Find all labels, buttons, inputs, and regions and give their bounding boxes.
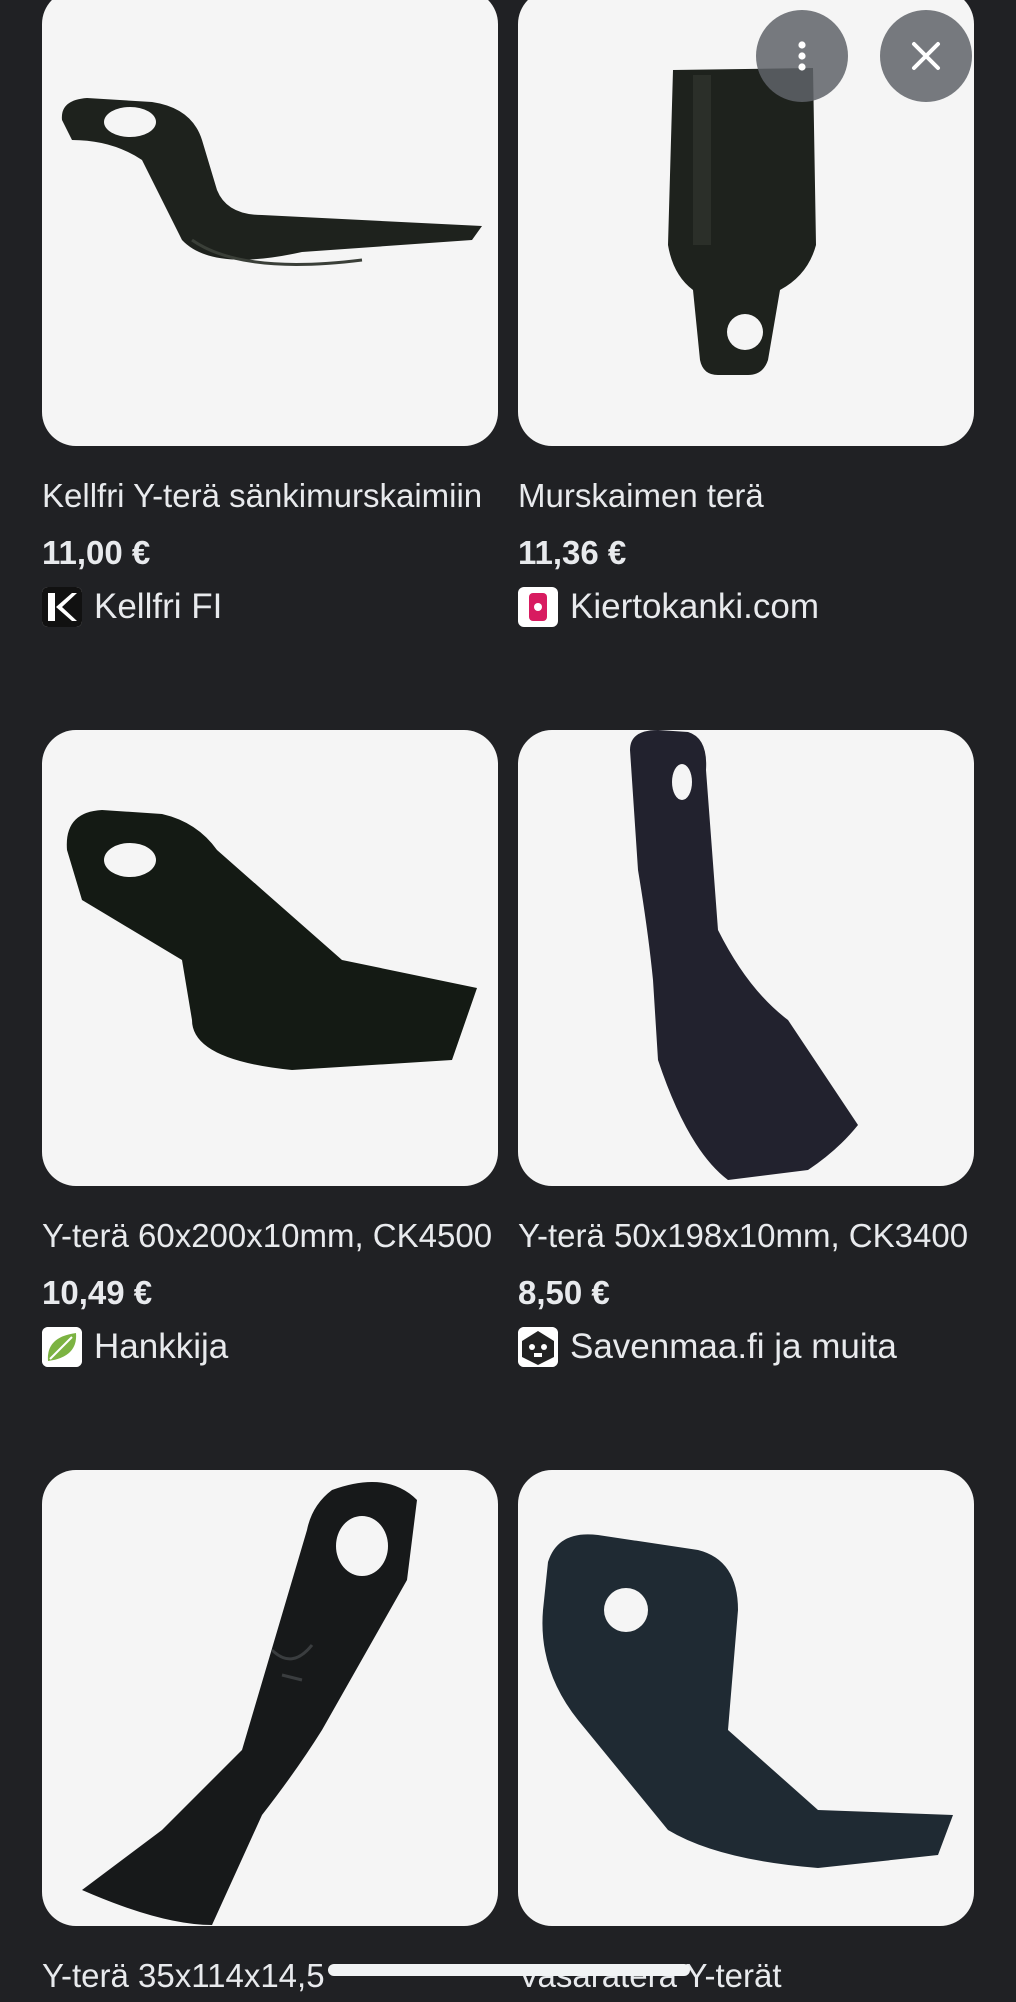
product-image[interactable]	[518, 1470, 974, 1926]
source-name: Hankkija	[94, 1327, 229, 1366]
home-indicator[interactable]	[328, 1964, 690, 1976]
results-grid: Kellfri Y-terä sänkimurskaimiin 11,00 € …	[0, 0, 1016, 2000]
product-image[interactable]	[42, 0, 498, 446]
hankkija-leaf-icon	[42, 1327, 82, 1367]
result-price: 8,50 €	[518, 1274, 610, 1311]
more-vert-icon	[798, 41, 806, 71]
result-card[interactable]: Y-terä 35x114x14,5	[42, 1470, 498, 2002]
result-source[interactable]: Kellfri FI	[42, 584, 498, 630]
result-card[interactable]: Y-terä 60x200x10mm, CK4500 10,49 € Hankk…	[42, 730, 498, 1370]
savenmaa-icon	[518, 1327, 558, 1367]
result-title[interactable]: Murskaimen terä	[518, 470, 974, 522]
source-name: Kellfri FI	[94, 587, 223, 626]
result-price: 10,49 €	[42, 1274, 153, 1311]
source-name: Kiertokanki.com	[570, 587, 819, 626]
result-card[interactable]: Y-terä 50x198x10mm, CK3400 8,50 € Savenm…	[518, 730, 974, 1370]
kiertokanki-icon	[518, 587, 558, 627]
close-button[interactable]	[880, 10, 972, 102]
result-price: 11,00 €	[42, 534, 151, 571]
result-title[interactable]: Y-terä 50x198x10mm, CK3400	[518, 1210, 974, 1262]
result-source[interactable]: Kiertokanki.com	[518, 584, 974, 630]
result-price: 11,36 €	[518, 534, 627, 571]
product-image[interactable]	[518, 730, 974, 1186]
product-image[interactable]	[42, 1470, 498, 1926]
kellfri-k-icon	[42, 587, 82, 627]
result-title[interactable]: Y-terä 60x200x10mm, CK4500	[42, 1210, 498, 1262]
product-image[interactable]	[42, 730, 498, 1186]
source-name: Savenmaa.fi ja muita	[570, 1327, 897, 1366]
result-title[interactable]: Kellfri Y-terä sänkimurskaimiin	[42, 470, 498, 522]
result-card[interactable]: Kellfri Y-terä sänkimurskaimiin 11,00 € …	[42, 0, 498, 630]
result-source[interactable]: Savenmaa.fi ja muita	[518, 1324, 974, 1370]
result-title[interactable]: Y-terä 35x114x14,5	[42, 1950, 498, 2002]
result-card[interactable]: Vasaraterä Y-terät	[518, 1470, 974, 2002]
close-icon	[912, 42, 940, 70]
result-source[interactable]: Hankkija	[42, 1324, 498, 1370]
more-options-button[interactable]	[756, 10, 848, 102]
result-title[interactable]: Vasaraterä Y-terät	[518, 1950, 974, 2002]
